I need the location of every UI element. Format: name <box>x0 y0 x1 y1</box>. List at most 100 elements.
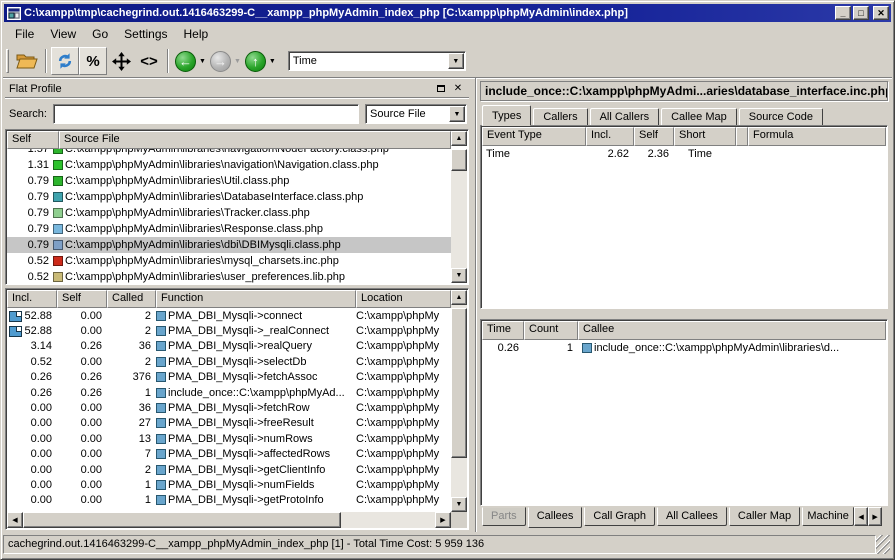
up-button[interactable]: ↑ <box>245 51 266 72</box>
pan-button[interactable] <box>107 47 135 75</box>
scroll-up-icon[interactable]: ▲ <box>451 131 467 146</box>
tab-parts[interactable]: Parts <box>482 507 526 526</box>
scrollbar-thumb[interactable] <box>23 512 341 528</box>
function-row[interactable]: 3.140.2636PMA_DBI_Mysqli->realQueryC:\xa… <box>7 339 451 354</box>
tab-scroll-left-icon[interactable]: ◀ <box>854 507 868 526</box>
open-file-button[interactable] <box>13 47 41 75</box>
column-source-file[interactable]: Source File <box>59 131 451 149</box>
column-location[interactable]: Location <box>356 290 451 308</box>
tab-types[interactable]: Types <box>482 105 531 126</box>
column-called[interactable]: Called <box>107 290 156 308</box>
menu-help[interactable]: Help <box>176 25 217 43</box>
angle-brackets-icon: <> <box>140 53 158 70</box>
column-time[interactable]: Time <box>482 321 524 340</box>
function-row[interactable]: 0.000.007PMA_DBI_Mysqli->affectedRowsC:\… <box>7 447 451 462</box>
toolbar-grip[interactable] <box>6 49 9 73</box>
function-row[interactable]: 0.000.001PMA_DBI_Mysqli->numFieldsC:\xam… <box>7 477 451 492</box>
location-cell: C:\xampp\phpMy <box>356 371 451 383</box>
column-formula[interactable]: Formula <box>748 127 886 146</box>
function-row[interactable]: 0.000.0027PMA_DBI_Mysqli->freeResultC:\x… <box>7 416 451 431</box>
scroll-right-icon[interactable]: ▶ <box>435 512 451 528</box>
event-type-combobox[interactable]: Time ▼ <box>288 51 466 71</box>
forward-dropdown-arrow: ▼ <box>234 58 241 65</box>
function-row[interactable]: 0.000.0013PMA_DBI_Mysqli->numRowsC:\xamp… <box>7 431 451 446</box>
reload-icon <box>56 52 74 70</box>
column-count[interactable]: Count <box>524 321 578 340</box>
dock-close-button[interactable]: ✕ <box>451 82 465 95</box>
file-list-row[interactable]: 0.79C:\xampp\phpMyAdmin\libraries\Respon… <box>7 221 451 237</box>
file-list-row[interactable]: 1.31C:\xampp\phpMyAdmin\libraries\naviga… <box>7 157 451 173</box>
tab-caller-map[interactable]: Caller Map <box>729 507 800 526</box>
function-row[interactable]: 52.880.002PMA_DBI_Mysqli->connectC:\xamp… <box>7 308 451 323</box>
scroll-down-icon[interactable]: ▼ <box>451 268 467 283</box>
tab-scroll-right-icon[interactable]: ▶ <box>868 507 882 526</box>
function-row[interactable]: 0.260.26376PMA_DBI_Mysqli->fetchAssocC:\… <box>7 370 451 385</box>
maximize-button[interactable]: □ <box>853 6 869 20</box>
scroll-up-icon[interactable]: ▲ <box>451 290 467 305</box>
function-row[interactable]: 0.000.0036PMA_DBI_Mysqli->fetchRowC:\xam… <box>7 400 451 415</box>
function-row[interactable]: 0.260.261include_once::C:\xampp\phpMyAd.… <box>7 385 451 400</box>
types-row[interactable]: Time 2.62 2.36 Time <box>482 146 886 162</box>
file-list-row[interactable]: 0.79C:\xampp\phpMyAdmin\libraries\Util.c… <box>7 173 451 189</box>
function-row[interactable]: 0.520.002PMA_DBI_Mysqli->selectDbC:\xamp… <box>7 354 451 369</box>
scroll-down-icon[interactable]: ▼ <box>451 497 467 512</box>
tab-all-callees[interactable]: All Callees <box>657 507 727 526</box>
menu-bar: FileViewGoSettingsHelp <box>3 22 892 45</box>
tab-call-graph[interactable]: Call Graph <box>584 507 655 526</box>
function-row[interactable]: 0.000.002PMA_DBI_Mysqli->getClientInfoC:… <box>7 462 451 477</box>
tab-callee-map[interactable]: Callee Map <box>661 108 737 126</box>
function-row[interactable]: 52.880.002PMA_DBI_Mysqli->_realConnectC:… <box>7 323 451 338</box>
function-table-vscrollbar[interactable]: ▲ ▼ <box>451 290 467 512</box>
location-cell: C:\xampp\phpMy <box>356 325 451 337</box>
tab-callees[interactable]: Callees <box>528 507 583 528</box>
relative-percent-button[interactable]: % <box>79 47 107 75</box>
group-dropdown-icon[interactable]: ▼ <box>449 106 465 122</box>
column-short[interactable]: Short <box>674 127 736 146</box>
group-combobox[interactable]: Source File ▼ <box>365 104 467 124</box>
menu-file[interactable]: File <box>7 25 42 43</box>
scrollbar-thumb[interactable] <box>451 308 467 458</box>
column-spacer[interactable] <box>736 127 748 146</box>
menu-go[interactable]: Go <box>84 25 116 43</box>
reload-button[interactable] <box>51 47 79 75</box>
file-list-row[interactable]: 1.57C:\xampp\phpMyAdmin\libraries\naviga… <box>7 149 451 157</box>
file-list-row[interactable]: 0.52C:\xampp\phpMyAdmin\libraries\user_p… <box>7 269 451 283</box>
scrollbar-track[interactable] <box>341 512 435 528</box>
horizontal-splitter[interactable] <box>480 309 888 319</box>
resize-grip[interactable] <box>876 535 890 554</box>
up-dropdown-arrow[interactable]: ▼ <box>269 58 276 65</box>
called-cell: 36 <box>107 340 156 352</box>
back-button[interactable]: ← <box>175 51 196 72</box>
column-function[interactable]: Function <box>156 290 356 308</box>
minimize-button[interactable]: _ <box>835 6 851 20</box>
callee-row[interactable]: 0.26 1 include_once::C:\xampp\phpMyAdmin… <box>482 340 886 356</box>
menu-view[interactable]: View <box>42 25 84 43</box>
file-list-vscrollbar[interactable]: ▼ <box>451 149 467 283</box>
column-self[interactable]: Self <box>57 290 107 308</box>
expand-collapse-button[interactable]: <> <box>135 47 163 75</box>
tab-source-code[interactable]: Source Code <box>739 108 823 126</box>
search-input[interactable] <box>53 104 359 124</box>
file-list-row[interactable]: 0.52C:\xampp\phpMyAdmin\libraries\mysql_… <box>7 253 451 269</box>
file-list-row[interactable]: 0.79C:\xampp\phpMyAdmin\libraries\Databa… <box>7 189 451 205</box>
function-table-hscrollbar[interactable]: ◀ ▶ <box>7 512 451 528</box>
scrollbar-thumb[interactable] <box>451 149 467 171</box>
tab-all-callers[interactable]: All Callers <box>590 108 660 126</box>
file-list-row[interactable]: 0.79C:\xampp\phpMyAdmin\libraries\dbi\DB… <box>7 237 451 253</box>
column-self[interactable]: Self <box>634 127 674 146</box>
file-list-row[interactable]: 0.79C:\xampp\phpMyAdmin\libraries\Tracke… <box>7 205 451 221</box>
float-button[interactable] <box>434 82 448 95</box>
back-dropdown-arrow[interactable]: ▼ <box>199 58 206 65</box>
column-incl[interactable]: Incl. <box>586 127 634 146</box>
column-callee[interactable]: Callee <box>578 321 886 340</box>
menu-settings[interactable]: Settings <box>116 25 175 43</box>
combobox-dropdown-icon[interactable]: ▼ <box>448 53 464 69</box>
close-button[interactable]: ✕ <box>873 6 889 20</box>
column-event-type[interactable]: Event Type <box>482 127 586 146</box>
column-self[interactable]: Self <box>7 131 59 149</box>
tab-callers[interactable]: Callers <box>533 108 587 126</box>
function-row[interactable]: 0.000.001PMA_DBI_Mysqli->getProtoInfoC:\… <box>7 493 451 508</box>
scroll-left-icon[interactable]: ◀ <box>7 512 23 528</box>
column-incl[interactable]: Incl. <box>7 290 57 308</box>
tab-machine[interactable]: Machine <box>802 507 854 526</box>
